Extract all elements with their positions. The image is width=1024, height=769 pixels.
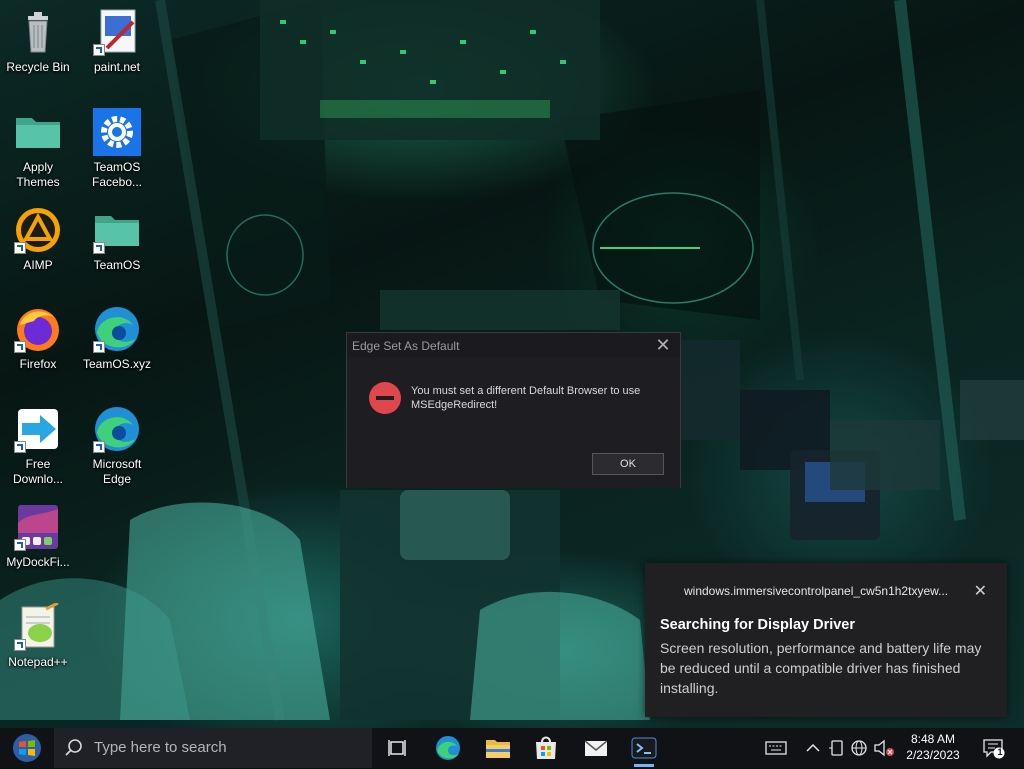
network-tray-icon[interactable] [849, 738, 871, 758]
notification-count-badge: 1 [997, 747, 1003, 757]
firefox-icon [14, 305, 62, 353]
clock-time: 8:48 AM [910, 732, 956, 746]
toast-heading: Searching for Display Driver [660, 617, 856, 633]
shortcut-arrow-icon [14, 242, 26, 254]
desktop-icon-label: Notepad++ [8, 655, 68, 669]
settings-gear-icon [93, 108, 141, 156]
volume-muted-icon [874, 739, 894, 757]
desktop-icon-label: Microsoft Edge [92, 457, 142, 486]
keyboard-tray-icon[interactable] [765, 738, 787, 758]
folder-icon [14, 108, 62, 156]
toast-notification[interactable]: windows.immersivecontrolpanel_cw5n1h2txy… [645, 563, 1007, 717]
desktop-icon-label: Apply Themes [16, 160, 60, 189]
taskbar-terminal[interactable] [628, 732, 660, 767]
desktop-icon-label: Free Downlo... [12, 457, 64, 486]
shortcut-arrow-icon [14, 639, 26, 651]
desktop-icon-label: TeamOS [93, 258, 141, 272]
error-icon [369, 382, 401, 414]
desktop-icon-paint-net[interactable]: paint.net [81, 8, 153, 75]
folder-icon [486, 740, 510, 758]
shortcut-arrow-icon [93, 242, 105, 254]
desktop-icon-mydockfinder[interactable]: MyDockFi... [2, 503, 74, 570]
edge-icon [93, 405, 141, 453]
search-placeholder: Type here to search [94, 739, 227, 756]
taskbar-clock[interactable]: 8:48 AM 2/23/2023 [900, 731, 966, 763]
edge-icon [93, 305, 141, 353]
taskbar-edge[interactable] [432, 732, 464, 764]
recycle-bin-icon [14, 8, 62, 56]
desktop-icon-aimp[interactable]: AIMP [2, 206, 74, 273]
taskbar-search-box[interactable]: Type here to search [54, 728, 372, 768]
free-download-manager-icon [14, 405, 62, 453]
shortcut-arrow-icon [14, 441, 26, 453]
aimp-icon [14, 206, 62, 254]
desktop-icon-firefox[interactable]: Firefox [2, 305, 74, 372]
action-center-button[interactable]: 1 [982, 737, 1006, 759]
chevron-up-icon [806, 743, 820, 752]
edge-set-as-default-dialog: Edge Set As Default ✕ You must set a dif… [346, 332, 681, 488]
folder-icon [93, 206, 141, 254]
desktop-icon-label: MyDockFi... [6, 555, 70, 569]
ok-button[interactable]: OK [592, 453, 664, 475]
desktop-icon-label: Recycle Bin [6, 60, 70, 74]
shortcut-arrow-icon [93, 341, 105, 353]
paint-net-icon [93, 8, 141, 56]
desktop-icon-notepad-plus-plus[interactable]: Notepad++ [2, 601, 74, 670]
desktop-icon-teamos-xyz[interactable]: TeamOS.xyz [81, 305, 153, 372]
dialog-body: You must set a different Default Browser… [347, 357, 680, 488]
volume-tray-icon[interactable] [873, 738, 895, 758]
terminal-icon [631, 737, 657, 759]
desktop-icon-recycle-bin[interactable]: Recycle Bin [2, 8, 74, 75]
desktop-icon-label: AIMP [23, 258, 53, 272]
toast-body: Screen resolution, performance and batte… [660, 640, 982, 696]
desktop-icon-label: TeamOS.xyz [82, 357, 151, 371]
edge-icon [436, 736, 460, 760]
device-tray-icon[interactable] [826, 738, 848, 758]
taskbar-mail[interactable] [580, 732, 612, 764]
desktop-icon-label: Firefox [19, 357, 57, 371]
task-view-button[interactable] [382, 732, 414, 764]
dialog-close-icon[interactable]: ✕ [654, 336, 672, 354]
shortcut-arrow-icon [93, 441, 105, 453]
search-icon [65, 739, 82, 756]
clock-date: 2/23/2023 [906, 748, 960, 762]
desktop-icon-free-download[interactable]: Free Downlo... [2, 405, 74, 487]
device-icon [829, 740, 843, 756]
notepad-plus-plus-icon [14, 601, 62, 651]
desktop-icon-microsoft-edge[interactable]: Microsoft Edge [81, 405, 153, 487]
task-view-icon [388, 740, 406, 756]
mail-icon [584, 740, 608, 756]
desktop-icon-teamos-facebook[interactable]: TeamOS Facebo... [81, 108, 153, 190]
dialog-title: Edge Set As Default [352, 339, 460, 353]
start-button[interactable] [10, 733, 44, 763]
taskbar-file-explorer[interactable] [482, 732, 514, 764]
shortcut-arrow-icon [14, 539, 26, 551]
store-icon [536, 736, 556, 759]
desktop-icon-label: TeamOS Facebo... [91, 160, 143, 189]
taskbar: Type here to search 8:48 AM 2/23/2023 1 [0, 728, 1024, 768]
toast-app-name: windows.immersivecontrolpanel_cw5n1h2txy… [684, 584, 949, 598]
dialog-message: You must set a different Default Browser… [411, 385, 641, 411]
mydockfinder-icon [14, 503, 62, 551]
desktop-icon-teamos[interactable]: TeamOS [81, 206, 153, 273]
keyboard-icon [765, 741, 787, 755]
toast-close-icon[interactable]: ✕ [974, 581, 987, 601]
taskbar-microsoft-store[interactable] [530, 732, 562, 764]
shortcut-arrow-icon [14, 341, 26, 353]
windows-logo-icon [13, 734, 41, 762]
shortcut-arrow-icon [93, 44, 105, 56]
globe-icon [851, 740, 867, 756]
desktop-icon-apply-themes[interactable]: Apply Themes [2, 108, 74, 190]
desktop-icon-label: paint.net [93, 60, 141, 74]
show-hidden-icons-button[interactable] [802, 738, 824, 758]
